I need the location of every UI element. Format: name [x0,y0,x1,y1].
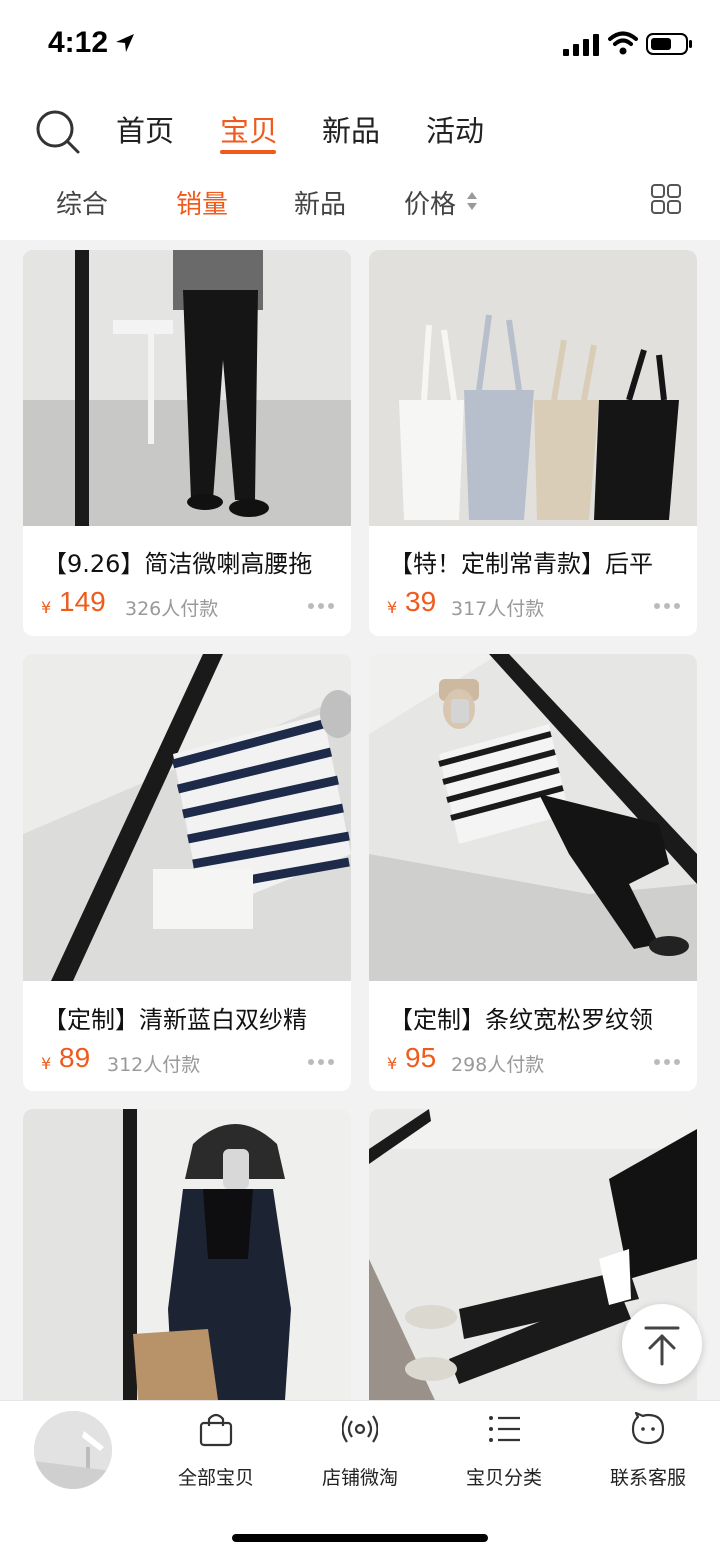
sort-sales[interactable]: 销量 [176,184,228,221]
product-title: 【9.26】简洁微喇高腰拖 [43,550,313,578]
arrow-up-icon [644,1326,680,1366]
product-card[interactable] [23,1109,351,1400]
grid-view-icon[interactable] [651,184,681,214]
sales-count: 298人付款 [451,1054,545,1076]
chat-bubble-icon [631,1411,665,1445]
cellular-signal-icon [563,34,599,56]
product-card[interactable]: 【定制】清新蓝白双纱精 ¥ 89 312人付款 [23,654,351,1091]
nav-categories[interactable]: 宝贝分类 [444,1411,564,1491]
shopping-bag-icon [199,1413,233,1447]
more-options-icon[interactable] [653,1058,681,1066]
tab-products[interactable]: 宝贝 [220,108,278,150]
product-card[interactable]: 【定制】条纹宽松罗纹领 ¥ 95 298人付款 [369,654,697,1091]
product-price: 39 [405,586,437,617]
wifi-icon [608,31,638,55]
nav-customer-service[interactable]: 联系客服 [588,1411,708,1491]
product-image[interactable] [369,654,697,981]
more-options-icon[interactable] [653,602,681,610]
more-options-icon[interactable] [307,1058,335,1066]
product-price: 149 [59,586,106,617]
sales-count: 317人付款 [451,598,545,620]
broadcast-icon [342,1415,378,1443]
sales-count: 312人付款 [107,1054,201,1076]
currency-symbol: ¥ [41,1054,52,1073]
nav-shop-feed[interactable]: 店铺微淘 [300,1411,420,1491]
active-tab-indicator [220,150,276,154]
nav-all-products[interactable]: 全部宝贝 [156,1411,276,1491]
tab-events[interactable]: 活动 [426,108,484,150]
search-icon[interactable] [34,108,82,156]
status-time: 4:12 [48,26,109,59]
nav-label: 宝贝分类 [465,1467,542,1489]
sort-comprehensive[interactable]: 综合 [56,184,108,221]
sort-new[interactable]: 新品 [294,184,346,221]
list-icon [489,1416,520,1442]
nav-label: 全部宝贝 [177,1467,254,1489]
shop-logo-image [34,1411,112,1489]
currency-symbol: ¥ [387,1054,398,1073]
product-image[interactable] [23,1109,351,1400]
battery-icon [646,33,692,55]
product-title: 【特！定制常青款】后平 [389,550,653,578]
nav-label: 店铺微淘 [321,1467,398,1489]
scroll-to-top-button[interactable] [622,1304,702,1384]
product-card[interactable]: 【特！定制常青款】后平 ¥ 39 317人付款 [369,250,697,636]
currency-symbol: ¥ [41,598,52,617]
home-indicator [232,1534,488,1542]
tab-home[interactable]: 首页 [116,108,174,150]
product-price: 95 [405,1042,437,1073]
product-title: 【定制】清新蓝白双纱精 [43,1006,307,1034]
location-arrow-icon [116,34,134,52]
shop-header: 首页 宝贝 新品 活动 综合 销量 新品 价格 [0,90,720,240]
product-title: 【定制】条纹宽松罗纹领 [389,1006,653,1034]
product-card[interactable]: 【9.26】简洁微喇高腰拖 ¥ 149 326人付款 [23,250,351,636]
sales-count: 326人付款 [125,598,219,620]
tab-new-arrivals[interactable]: 新品 [322,108,380,150]
currency-symbol: ¥ [387,598,398,617]
shop-avatar[interactable] [34,1411,112,1489]
product-price: 89 [59,1042,91,1073]
status-bar: 4:12 [0,0,720,90]
sort-arrows-icon [467,192,477,210]
more-options-icon[interactable] [307,602,335,610]
product-image[interactable] [23,654,351,981]
sort-price[interactable]: 价格 [404,184,456,221]
nav-label: 联系客服 [609,1467,686,1489]
product-image[interactable] [369,250,697,526]
product-image[interactable] [23,250,351,526]
